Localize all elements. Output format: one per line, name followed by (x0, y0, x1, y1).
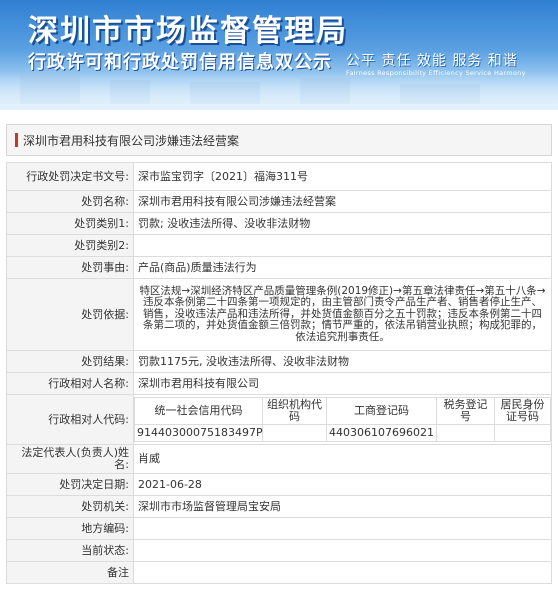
row-status: 当前状态: (6, 539, 552, 562)
banner-title: 深圳市市场监督管理局 (28, 14, 348, 49)
value-counterpart-code: 统一社会信用代码 组织机构代码 工商登记码 税务登记号 居民身份证号码 9144… (133, 394, 552, 445)
row-result: 处罚结果: 罚款1175元, 没收违法所得、没收非法财物 (6, 350, 552, 373)
code-header-row: 统一社会信用代码 组织机构代码 工商登记码 税务登记号 居民身份证号码 (134, 397, 551, 425)
banner-subtitle: 行政许可和行政处罚信用信息双公示 (28, 52, 332, 73)
row-decision-no: 行政处罚决定书文号: 深市监宝罚字〔2021〕福海311号 (6, 162, 552, 191)
value-basis: 特区法规→深圳经济特区产品质量管理条例(2019修正)→第五章法律责任→第五十八… (133, 278, 552, 351)
banner-motto: 公平 责任 效能 服务 和谐 (346, 53, 518, 69)
label-category2: 处罚类别2: (6, 234, 134, 257)
code-value-org (262, 424, 327, 442)
banner-haze (0, 72, 558, 110)
row-category1: 处罚类别1: 罚款; 没收违法所得、没收非法财物 (6, 212, 552, 235)
label-result: 处罚结果: (6, 350, 134, 373)
value-remark (133, 561, 552, 584)
code-header-org: 组织机构代码 (262, 397, 327, 425)
label-authority: 处罚机关: (6, 495, 134, 518)
banner-motto-en: Fairness Responsibility Efficiency Servi… (346, 69, 526, 77)
label-category1: 处罚类别1: (6, 212, 134, 235)
code-header-tax: 税务登记号 (436, 397, 495, 425)
code-header-reg: 工商登记码 (326, 397, 437, 425)
code-value-reg: 440306107696021 (326, 424, 437, 442)
value-result: 罚款1175元, 没收违法所得、没收非法财物 (133, 350, 552, 373)
row-authority: 处罚机关: 深圳市市场监督管理局宝安局 (6, 495, 552, 518)
row-reason: 处罚事由: 产品(商品)质量违法行为 (6, 256, 552, 279)
section-marker (15, 133, 18, 147)
label-counterpart-code: 行政相对人代码: (6, 394, 134, 445)
header-banner: 深圳市市场监督管理局 行政许可和行政处罚信用信息双公示 公平 责任 效能 服务 … (0, 0, 558, 110)
label-decision-no: 行政处罚决定书文号: (6, 162, 134, 191)
section-header: 深圳市君用科技有限公司涉嫌违法经营案 (6, 124, 552, 156)
code-subtable: 统一社会信用代码 组织机构代码 工商登记码 税务登记号 居民身份证号码 9144… (134, 397, 551, 442)
row-legal-rep: 法定代表人(负责人)姓名: 肖威 (6, 444, 552, 474)
value-decision-date: 2021-06-28 (133, 473, 552, 496)
row-category2: 处罚类别2: (6, 234, 552, 257)
row-decision-date: 处罚决定日期: 2021-06-28 (6, 473, 552, 496)
label-local-code: 地方编码: (6, 517, 134, 540)
value-reason: 产品(商品)质量违法行为 (133, 256, 552, 279)
value-local-code (133, 517, 552, 540)
value-status (133, 539, 552, 562)
value-category2 (133, 234, 552, 257)
code-value-id (494, 424, 551, 442)
label-status: 当前状态: (6, 539, 134, 562)
row-remark: 备注 (6, 561, 552, 584)
code-header-id: 居民身份证号码 (494, 397, 551, 425)
value-case-name: 深圳市君用科技有限公司涉嫌违法经营案 (133, 190, 552, 213)
row-counterpart-name: 行政相对人名称: 深圳市君用科技有限公司 (6, 372, 552, 395)
value-category1: 罚款; 没收违法所得、没收非法财物 (133, 212, 552, 235)
value-authority: 深圳市市场监督管理局宝安局 (133, 495, 552, 518)
label-remark: 备注 (6, 561, 134, 584)
code-header-credit: 统一社会信用代码 (134, 397, 263, 425)
value-decision-no: 深市监宝罚字〔2021〕福海311号 (133, 162, 552, 191)
label-counterpart-name: 行政相对人名称: (6, 372, 134, 395)
code-value-credit: 91440300075183497P (134, 424, 263, 442)
penalty-info-table: 行政处罚决定书文号: 深市监宝罚字〔2021〕福海311号 处罚名称: 深圳市君… (6, 162, 552, 584)
label-reason: 处罚事由: (6, 256, 134, 279)
row-basis: 处罚依据: 特区法规→深圳经济特区产品质量管理条例(2019修正)→第五章法律责… (6, 278, 552, 351)
section-title: 深圳市君用科技有限公司涉嫌违法经营案 (23, 134, 240, 148)
value-counterpart-name: 深圳市君用科技有限公司 (133, 372, 552, 395)
code-value-tax (436, 424, 495, 442)
value-legal-rep: 肖威 (133, 444, 552, 474)
row-local-code: 地方编码: (6, 517, 552, 540)
code-value-row: 91440300075183497P 440306107696021 (134, 424, 551, 442)
label-decision-date: 处罚决定日期: (6, 473, 134, 496)
label-case-name: 处罚名称: (6, 190, 134, 213)
label-basis: 处罚依据: (6, 278, 134, 351)
row-counterpart-code: 行政相对人代码: 统一社会信用代码 组织机构代码 工商登记码 税务登记号 居民身… (6, 394, 552, 445)
row-case-name: 处罚名称: 深圳市君用科技有限公司涉嫌违法经营案 (6, 190, 552, 213)
label-legal-rep: 法定代表人(负责人)姓名: (6, 444, 134, 474)
